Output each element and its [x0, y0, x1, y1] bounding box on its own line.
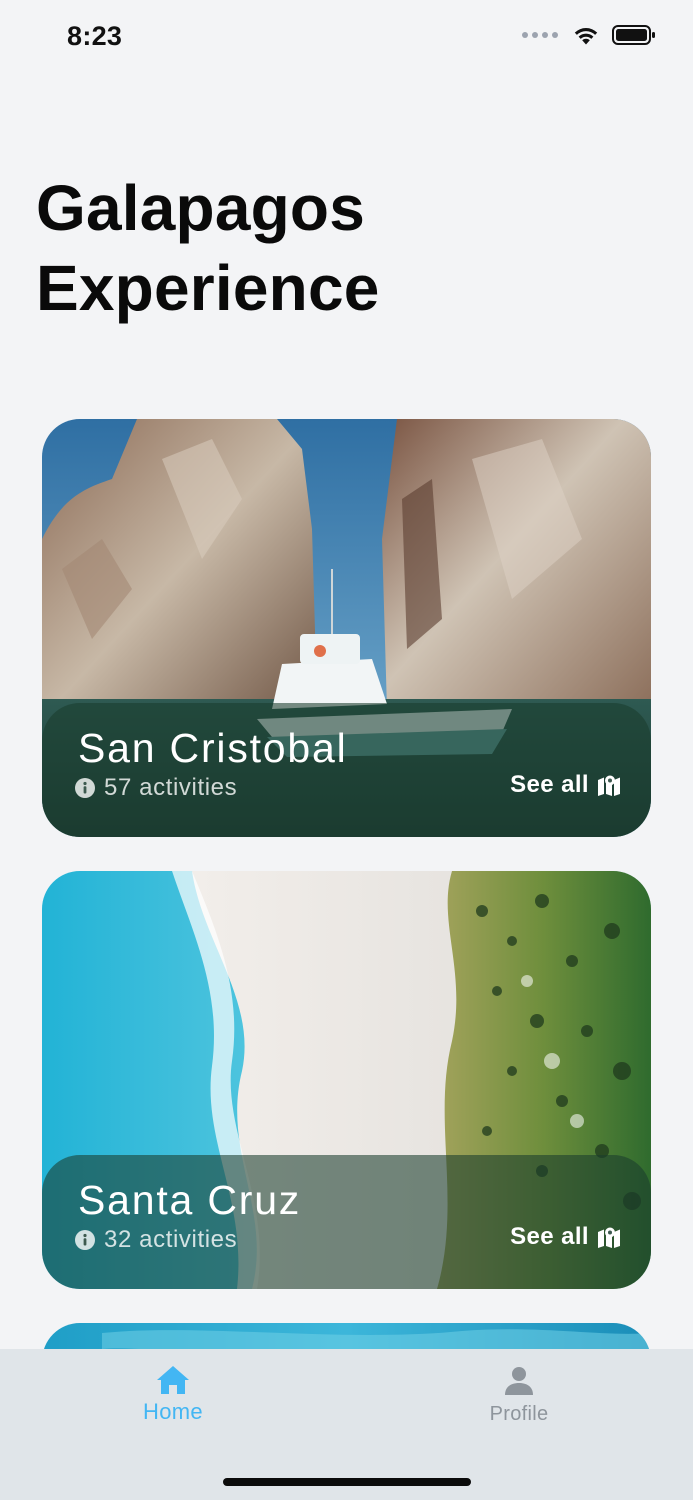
info-icon — [75, 778, 95, 798]
page-title-line-2: Experience — [36, 252, 380, 324]
activities-count: 32 activities — [104, 1226, 238, 1253]
home-indicator — [223, 1478, 471, 1486]
tab-profile-label: Profile — [489, 1403, 549, 1425]
tab-profile[interactable]: Profile — [439, 1365, 599, 1426]
card-activities: 57 activities — [75, 774, 237, 802]
tab-home-label: Home — [143, 1399, 203, 1424]
info-icon — [75, 1230, 95, 1250]
person-icon — [505, 1367, 533, 1395]
status-icons — [522, 24, 656, 46]
tab-home[interactable]: Home — [93, 1365, 253, 1425]
map-icon — [598, 1227, 620, 1248]
card-overlay: San Cristobal 57 activities See all — [42, 703, 651, 837]
activities-count: 57 activities — [104, 774, 238, 801]
home-icon — [157, 1366, 189, 1394]
island-card-santa-cruz[interactable]: Santa Cruz 32 activities See all — [42, 871, 651, 1289]
see-all-button[interactable]: See all — [510, 1223, 621, 1251]
status-time: 8:23 — [67, 21, 123, 51]
status-bar: 8:23 — [0, 0, 693, 78]
page-title-line-1: Galapagos — [36, 172, 366, 244]
map-icon — [598, 775, 620, 796]
see-all-label: See all — [510, 1223, 589, 1250]
card-activities: 32 activities — [75, 1226, 237, 1254]
card-title: San Cristobal — [78, 725, 348, 771]
card-title: Santa Cruz — [78, 1177, 302, 1223]
card-overlay: Santa Cruz 32 activities See all — [42, 1155, 651, 1289]
island-card-san-cristobal[interactable]: San Cristobal 57 activities See all — [42, 419, 651, 837]
battery-icon — [612, 25, 655, 45]
page-title: Galapagos Experience — [36, 168, 380, 328]
see-all-label: See all — [510, 771, 589, 798]
see-all-button[interactable]: See all — [510, 771, 621, 799]
wifi-icon — [574, 28, 598, 45]
signal-dots-icon — [522, 32, 558, 38]
